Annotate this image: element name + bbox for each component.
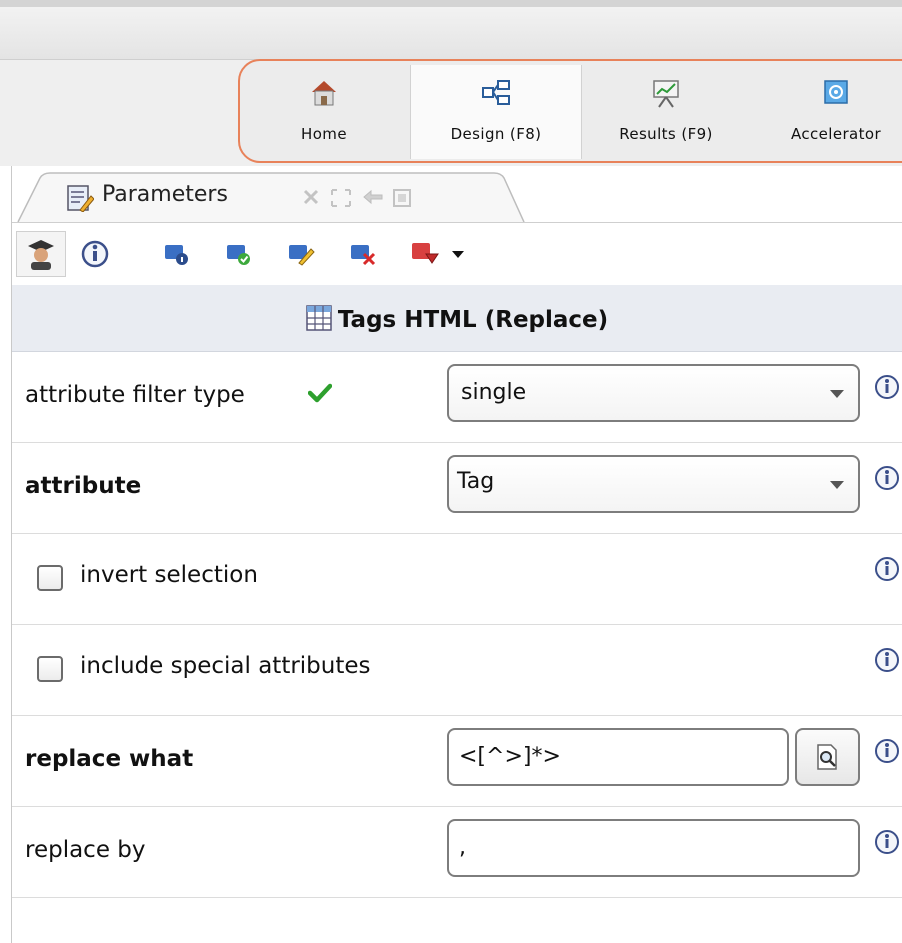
param-row-replace-by: replace by , [12, 807, 902, 898]
operator-enable-button[interactable] [214, 231, 264, 277]
include-special-attributes-label[interactable]: include special attributes [80, 653, 371, 679]
attribute-value: Tag [457, 469, 495, 494]
perspective-switcher: Home Design (F8) Results (F9) Accelerato… [238, 59, 902, 163]
perspective-accelerator[interactable]: Accelerator [752, 65, 902, 159]
delete-button[interactable] [338, 231, 388, 277]
info-icon[interactable] [874, 556, 900, 582]
param-row-attribute-filter-type: attribute filter type single [12, 352, 902, 443]
replace-what-input[interactable]: <[^>]*> [447, 728, 789, 786]
replace-by-input[interactable]: , [447, 819, 860, 877]
operator-info-button[interactable] [152, 231, 202, 277]
operator-header: Tags HTML (Replace) [12, 285, 902, 352]
rename-button[interactable] [276, 231, 326, 277]
perspective-home-label: Home [301, 125, 347, 143]
attribute-label: attribute [25, 473, 142, 499]
perspective-results[interactable]: Results (F9) [582, 65, 750, 159]
attribute-filter-type-select[interactable]: single [447, 364, 860, 422]
invert-selection-label[interactable]: invert selection [80, 562, 258, 588]
design-icon [481, 79, 511, 111]
checkmark-icon [307, 382, 333, 408]
operator-title: Tags HTML (Replace) [337, 307, 609, 333]
window-top-bar [0, 0, 902, 60]
accelerator-icon [823, 79, 849, 109]
perspective-home[interactable]: Home [240, 65, 408, 159]
perspective-design[interactable]: Design (F8) [410, 65, 582, 159]
export-button[interactable] [400, 231, 450, 277]
info-icon[interactable] [874, 829, 900, 855]
restore-icon[interactable] [362, 188, 384, 210]
param-row-replace-what: replace what <[^>]*> [12, 716, 902, 807]
param-row-attribute: attribute Tag [12, 443, 902, 534]
param-row-include-special-attributes: include special attributes [12, 625, 902, 716]
home-icon [310, 79, 338, 113]
info-icon[interactable] [874, 374, 900, 400]
tab-parameters-label: Parameters [102, 182, 228, 207]
perspective-design-label: Design (F8) [450, 125, 542, 143]
replace-by-label: replace by [25, 837, 146, 863]
replace-what-label: replace what [25, 746, 194, 772]
chevron-down-icon [830, 390, 844, 398]
close-icon[interactable] [302, 188, 320, 210]
results-icon [651, 79, 681, 113]
attribute-filter-type-value: single [461, 380, 527, 405]
export-dropdown-button[interactable] [444, 231, 472, 277]
info-icon[interactable] [874, 738, 900, 764]
maximize-icon[interactable] [330, 188, 352, 212]
info-icon[interactable] [874, 647, 900, 673]
info-button[interactable] [70, 231, 120, 277]
detach-icon[interactable] [392, 188, 412, 212]
tab-parameters[interactable]: Parameters [16, 172, 526, 222]
attribute-filter-type-label: attribute filter type [25, 382, 245, 408]
param-row-invert-selection: invert selection [12, 534, 902, 625]
perspective-results-label: Results (F9) [619, 125, 713, 143]
info-icon[interactable] [874, 465, 900, 491]
include-special-attributes-checkbox[interactable] [37, 656, 63, 682]
regex-editor-button[interactable] [795, 728, 860, 786]
expert-mode-button[interactable] [16, 231, 66, 277]
parameters-toolbar [12, 222, 902, 286]
table-icon [306, 305, 332, 337]
invert-selection-checkbox[interactable] [37, 565, 63, 591]
perspective-accelerator-label: Accelerator [790, 125, 882, 143]
chevron-down-icon [830, 481, 844, 489]
attribute-select[interactable]: Tag [447, 455, 860, 513]
parameters-icon [66, 184, 95, 216]
